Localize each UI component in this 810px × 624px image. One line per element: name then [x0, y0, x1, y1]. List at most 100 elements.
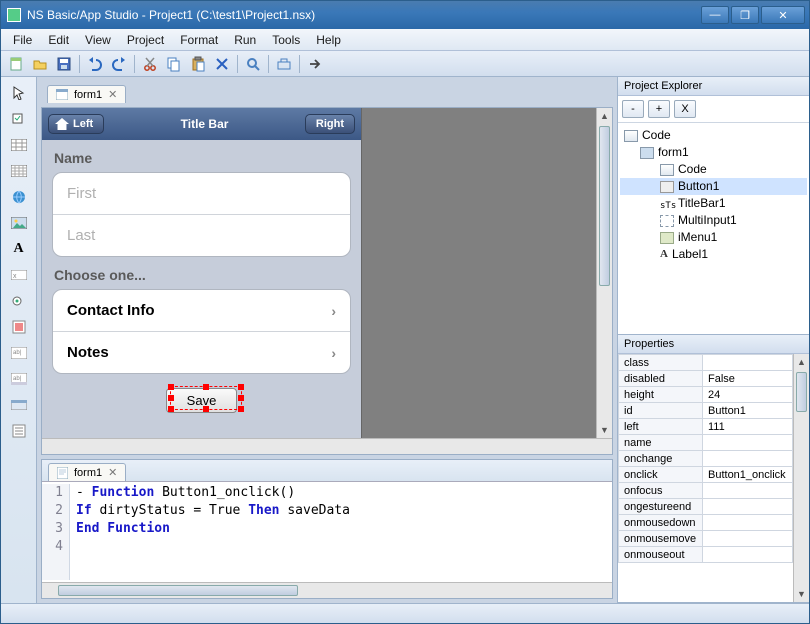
prop-row[interactable]: onmousemove [619, 531, 793, 547]
find-button[interactable] [242, 53, 264, 75]
copy-button[interactable] [163, 53, 185, 75]
home-icon [55, 118, 69, 130]
minimize-button[interactable]: — [701, 6, 729, 24]
imenu-control[interactable]: Contact Info›Notes› [52, 289, 351, 374]
prop-row[interactable]: left111 [619, 419, 793, 435]
close-tab-icon[interactable]: ✕ [108, 88, 117, 101]
prop-row[interactable]: ongestureend [619, 499, 793, 515]
designer-hscroll[interactable] [42, 438, 612, 454]
mock-left-button[interactable]: Left [48, 114, 104, 134]
design-canvas[interactable]: Left Title Bar Right Name First Last Cho… [42, 108, 362, 438]
code-tab[interactable]: form1 ✕ [48, 463, 126, 481]
undo-button[interactable] [84, 53, 106, 75]
tree-node[interactable]: ALabel1 [620, 246, 807, 263]
prop-row[interactable]: onchange [619, 451, 793, 467]
pe-btn-+[interactable]: + [648, 100, 670, 118]
save-button-control[interactable]: Save [166, 388, 238, 413]
pe-btn--[interactable]: - [622, 100, 644, 118]
app-icon [7, 8, 21, 22]
mock-title: Title Bar [181, 117, 229, 131]
prop-row[interactable]: onclickButton1_onclick [619, 467, 793, 483]
close-code-tab-icon[interactable]: ✕ [108, 466, 117, 479]
checkbox-tool[interactable] [8, 109, 30, 129]
cut-button[interactable] [139, 53, 161, 75]
menu-row[interactable]: Notes› [53, 332, 350, 373]
project-tree[interactable]: Codeform1CodeButton1sTsTitleBar1MultiInp… [618, 123, 809, 267]
tree-node[interactable]: sTsTitleBar1 [620, 195, 807, 212]
save-button[interactable] [53, 53, 75, 75]
menu-help[interactable]: Help [308, 31, 349, 49]
code-hscroll[interactable] [42, 582, 612, 598]
window-titlebar: NS Basic/App Studio - Project1 (C:\test1… [1, 1, 809, 29]
designer-tab[interactable]: form1 ✕ [47, 85, 126, 103]
new-button[interactable] [5, 53, 27, 75]
menu-bar: FileEditViewProjectFormatRunToolsHelp [1, 29, 809, 51]
project-explorer-toolbar: -+X [618, 96, 809, 123]
svg-text:ab|: ab| [13, 376, 22, 382]
open-button[interactable] [29, 53, 51, 75]
svg-text:x: x [13, 273, 17, 280]
designer-vscroll[interactable]: ▲ ▼ [596, 108, 612, 438]
deploy-button[interactable] [273, 53, 295, 75]
line-gutter: 1234 [42, 484, 70, 580]
menu-view[interactable]: View [77, 31, 119, 49]
last-input[interactable]: Last [53, 215, 350, 256]
multiinput-control[interactable]: First Last [52, 172, 351, 257]
redo-button[interactable] [108, 53, 130, 75]
prop-row[interactable]: disabledFalse [619, 371, 793, 387]
menu-run[interactable]: Run [226, 31, 264, 49]
mock-right-button[interactable]: Right [305, 114, 355, 134]
picturebox-tool[interactable] [8, 317, 30, 337]
tree-node[interactable]: Button1 [620, 178, 807, 195]
prop-row[interactable]: onmouseout [619, 547, 793, 563]
image-tool[interactable] [8, 213, 30, 233]
prop-row[interactable]: name [619, 435, 793, 451]
textarea2-tool[interactable]: ab| [8, 369, 30, 389]
tree-node[interactable]: form1 [620, 144, 807, 161]
name-label[interactable]: Name [42, 140, 361, 172]
form-designer: Left Title Bar Right Name First Last Cho… [41, 107, 613, 455]
menu-project[interactable]: Project [119, 31, 172, 49]
properties-grid[interactable]: classdisabledFalseheight24idButton1left1… [618, 354, 793, 563]
prop-row[interactable]: class [619, 355, 793, 371]
pe-btn-X[interactable]: X [674, 100, 696, 118]
textbox-tool[interactable]: x [8, 265, 30, 285]
dense-grid-tool[interactable] [8, 161, 30, 181]
mock-titlebar[interactable]: Left Title Bar Right [42, 108, 361, 140]
radio-tool[interactable] [8, 291, 30, 311]
window-title: NS Basic/App Studio - Project1 (C:\test1… [27, 8, 701, 22]
menu-row[interactable]: Contact Info› [53, 290, 350, 332]
grid-tool[interactable] [8, 135, 30, 155]
htmlview-tool[interactable] [8, 187, 30, 207]
textarea-tool[interactable]: ab| [8, 343, 30, 363]
properties-vscroll[interactable]: ▲ ▼ [793, 354, 809, 602]
prop-row[interactable]: idButton1 [619, 403, 793, 419]
label-tool[interactable]: A [8, 239, 30, 259]
svg-text:ab|: ab| [13, 350, 22, 356]
titlebar-tool[interactable] [8, 395, 30, 415]
pointer-tool[interactable] [8, 83, 30, 103]
form-icon [56, 89, 68, 100]
prop-row[interactable]: height24 [619, 387, 793, 403]
tree-node[interactable]: MultiInput1 [620, 212, 807, 229]
code-editor[interactable]: 1234 - Function Button1_onclick() If dir… [42, 482, 612, 582]
menu-tool[interactable] [8, 421, 30, 441]
menu-tools[interactable]: Tools [264, 31, 308, 49]
first-input[interactable]: First [53, 173, 350, 215]
designer-tab-label: form1 [74, 89, 102, 101]
tree-node[interactable]: Code [620, 161, 807, 178]
prop-row[interactable]: onmousedown [619, 515, 793, 531]
maximize-button[interactable]: ❐ [731, 6, 759, 24]
run-button[interactable] [304, 53, 326, 75]
delete-button[interactable] [211, 53, 233, 75]
paste-button[interactable] [187, 53, 209, 75]
menu-file[interactable]: File [5, 31, 40, 49]
prop-row[interactable]: onfocus [619, 483, 793, 499]
tree-node[interactable]: iMenu1 [620, 229, 807, 246]
properties-title: Properties [618, 335, 809, 354]
menu-edit[interactable]: Edit [40, 31, 77, 49]
close-button[interactable]: ✕ [761, 6, 805, 24]
tree-node[interactable]: Code [620, 127, 807, 144]
menu-format[interactable]: Format [172, 31, 226, 49]
choose-label: Choose one... [42, 257, 361, 289]
